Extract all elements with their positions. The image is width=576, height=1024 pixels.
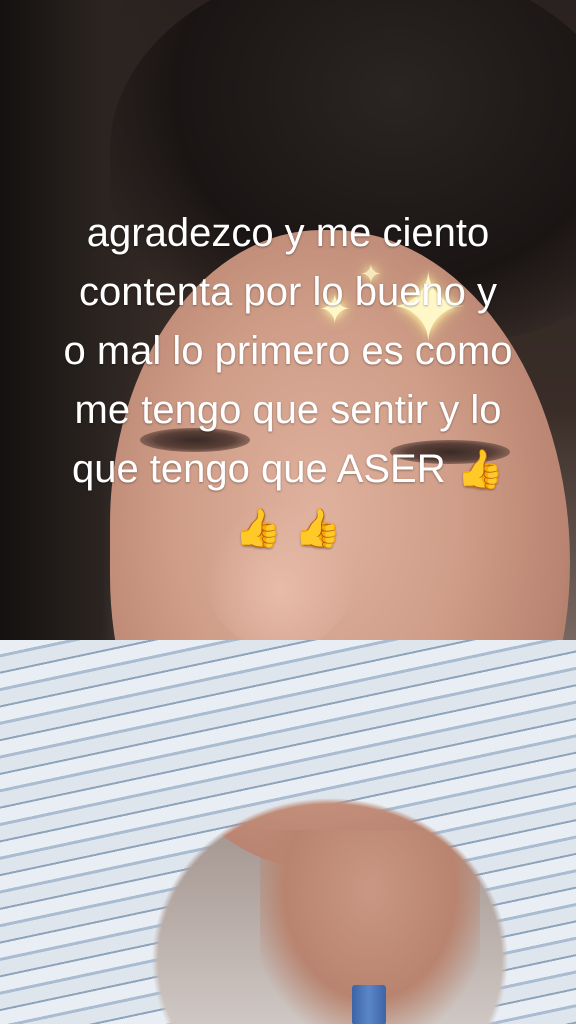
striped-shirt: [0, 640, 576, 1024]
thumbs-up-emoji: 👍: [456, 447, 505, 491]
caption-line: o mal lo primero es como: [63, 329, 513, 373]
caption-line: me tengo que sentir y lo: [74, 388, 502, 432]
video-frame[interactable]: ✦ ✦ ✦ agradezco y me ciento contenta por…: [0, 0, 576, 1024]
caption-line: agradezco y me ciento: [86, 211, 490, 255]
caption-line: que tengo que ASER: [71, 447, 446, 491]
caption-line-with-emoji: que tengo que ASER 👍: [0, 440, 576, 499]
shirt-zipper: [352, 985, 386, 1024]
caption-line: contenta por lo bueno y: [78, 270, 498, 314]
caption-overlay: agradezco y me ciento contenta por lo bu…: [0, 204, 576, 558]
thumbs-up-emoji: 👍 👍: [234, 506, 342, 550]
